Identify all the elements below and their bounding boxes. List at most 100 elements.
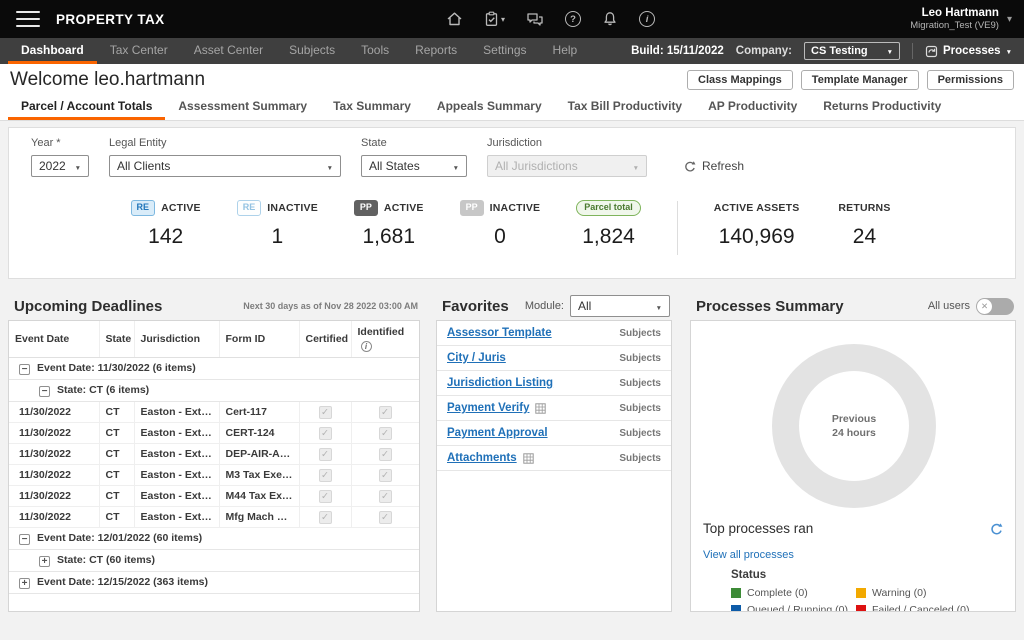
status-label: Status (731, 569, 766, 581)
processes-button[interactable]: Processes (925, 45, 1012, 58)
favorite-link[interactable]: Payment Verify (447, 402, 529, 414)
col-jurisdiction[interactable]: Jurisdiction (134, 321, 219, 358)
toggle-off-icon (977, 299, 992, 314)
favorite-item: Assessor Template Subjects (437, 321, 671, 346)
stat-re-inactive: REINACTIVE 1 (237, 200, 318, 255)
table-group-row[interactable]: Event Date: 12/01/2022 (60 items) (9, 528, 419, 550)
nav-item-settings[interactable]: Settings (470, 38, 539, 64)
favorite-link[interactable]: Payment Approval (447, 427, 548, 439)
template-manager-button[interactable]: Template Manager (801, 70, 919, 90)
help-icon[interactable]: ? (565, 11, 581, 27)
col-certified[interactable]: Certified (299, 321, 351, 358)
collapse-icon[interactable] (19, 534, 30, 545)
nav-item-asset-center[interactable]: Asset Center (181, 38, 276, 64)
tab-tax-summary[interactable]: Tax Summary (320, 95, 424, 120)
state-select[interactable]: All States (361, 155, 467, 177)
grid-icon (535, 403, 546, 414)
stat-value: 140,969 (714, 225, 800, 249)
tab-assessment-summary[interactable]: Assessment Summary (165, 95, 320, 120)
class-mappings-button[interactable]: Class Mappings (687, 70, 793, 90)
company-select[interactable]: CS Testing (804, 42, 900, 60)
identified-checkbox (379, 511, 392, 524)
group-label: Event Date: 11/30/2022 (6 items) (37, 362, 196, 374)
table-row[interactable]: 11/30/2022 CT Easton - Extension M44 Tax… (9, 486, 419, 507)
table-subgroup-row[interactable]: State: CT (60 items) (9, 550, 419, 572)
table-row[interactable]: 11/30/2022 CT Easton - Extension Mfg Mac… (9, 507, 419, 528)
table-row[interactable]: 11/30/2022 CT Easton - Extension M3 Tax … (9, 465, 419, 486)
table-row[interactable]: 11/30/2022 CT Easton - Extension Cert-11… (9, 402, 419, 423)
favorite-link[interactable]: City / Juris (447, 352, 506, 364)
legal-entity-select[interactable]: All Clients (109, 155, 341, 177)
notifications-icon[interactable] (602, 11, 618, 27)
nav-item-reports[interactable]: Reports (402, 38, 470, 64)
upcoming-deadlines-panel: Upcoming Deadlines Next 30 days as of No… (8, 292, 420, 612)
table-row[interactable]: 11/30/2022 CT Easton - Extension DEP-AIR… (9, 444, 419, 465)
col-state[interactable]: State (99, 321, 134, 358)
page-title: Welcome leo.hartmann (10, 69, 205, 91)
expand-icon[interactable] (19, 578, 30, 589)
refresh-button[interactable]: Refresh (683, 159, 744, 173)
user-name: Leo Hartmann (910, 6, 999, 20)
state-cell: CT (99, 423, 134, 444)
tasks-icon[interactable] (484, 11, 505, 27)
event-date-cell: 11/30/2022 (9, 444, 99, 465)
legend-item-queued-running: Queued / Running (0) (731, 604, 856, 612)
year-select[interactable]: 2022 (31, 155, 89, 177)
nav-item-help[interactable]: Help (540, 38, 591, 64)
nav-item-subjects[interactable]: Subjects (276, 38, 348, 64)
nav-item-dashboard[interactable]: Dashboard (8, 38, 97, 64)
filters: Year * 2022 Legal Entity All Clients Sta… (9, 128, 1015, 177)
identified-checkbox (379, 406, 392, 419)
processes-button-label: Processes (943, 45, 1001, 57)
chat-icon[interactable] (526, 11, 544, 27)
view-all-processes-link[interactable]: View all processes (703, 549, 794, 561)
table-group-row[interactable]: Event Date: 12/15/2022 (363 items) (9, 572, 419, 594)
nav-item-tax-center[interactable]: Tax Center (97, 38, 181, 64)
tab-parcel-account-totals[interactable]: Parcel / Account Totals (8, 95, 165, 120)
favorite-link[interactable]: Attachments (447, 452, 517, 464)
state-label: State (361, 137, 467, 149)
permissions-button[interactable]: Permissions (927, 70, 1014, 90)
menu-icon[interactable] (16, 11, 40, 27)
tab-appeals-summary[interactable]: Appeals Summary (424, 95, 555, 120)
user-menu[interactable]: Leo Hartmann Migration_Test (VE9) (910, 6, 1012, 32)
build-label: Build: 15/11/2022 (631, 45, 724, 57)
table-subgroup-row[interactable]: State: CT (6 items) (9, 380, 419, 402)
info-icon (361, 341, 372, 352)
refresh-icon[interactable] (989, 522, 1003, 536)
chevron-down-icon (887, 45, 893, 57)
collapse-icon[interactable] (39, 386, 50, 397)
info-icon[interactable]: i (639, 11, 655, 27)
col-form-id[interactable]: Form ID (219, 321, 299, 358)
favorites-panel: Favorites Module: All Assessor Template … (436, 292, 672, 612)
form-id-cell: DEP-AIR-APP-210 (219, 444, 299, 465)
nav-item-tools[interactable]: Tools (348, 38, 402, 64)
chevron-down-icon (501, 15, 505, 24)
table-group-row[interactable]: Event Date: 11/30/2022 (6 items) (9, 358, 419, 380)
collapse-icon[interactable] (19, 364, 30, 375)
col-event-date[interactable]: Event Date (9, 321, 99, 358)
group-label: State: CT (60 items) (57, 554, 155, 566)
favorite-link[interactable]: Jurisdiction Listing (447, 377, 553, 389)
tab-returns-productivity[interactable]: Returns Productivity (810, 95, 954, 120)
company-select-value: CS Testing (811, 45, 868, 57)
certified-checkbox (319, 490, 332, 503)
stat-value: 0 (460, 225, 541, 249)
tab-tax-bill-productivity[interactable]: Tax Bill Productivity (555, 95, 695, 120)
module-select[interactable]: All (570, 295, 670, 317)
module-select-value: All (578, 299, 591, 313)
certified-cell (299, 465, 351, 486)
table-row[interactable]: 11/30/2022 CT Easton - Extension CERT-12… (9, 423, 419, 444)
expand-icon[interactable] (39, 556, 50, 567)
identified-cell (351, 465, 419, 486)
home-icon[interactable] (446, 11, 463, 27)
tab-ap-productivity[interactable]: AP Productivity (695, 95, 810, 120)
favorite-link[interactable]: Assessor Template (447, 327, 552, 339)
certified-checkbox (319, 406, 332, 419)
all-users-toggle[interactable] (976, 298, 1014, 315)
welcome-row: Welcome leo.hartmann Class Mappings Temp… (0, 64, 1024, 95)
favorite-item: Attachments Subjects (437, 446, 671, 471)
col-identified[interactable]: Identified (351, 321, 419, 358)
header-actions: Class Mappings Template Manager Permissi… (687, 70, 1014, 90)
jurisdiction-select: All Jurisdictions (487, 155, 647, 177)
